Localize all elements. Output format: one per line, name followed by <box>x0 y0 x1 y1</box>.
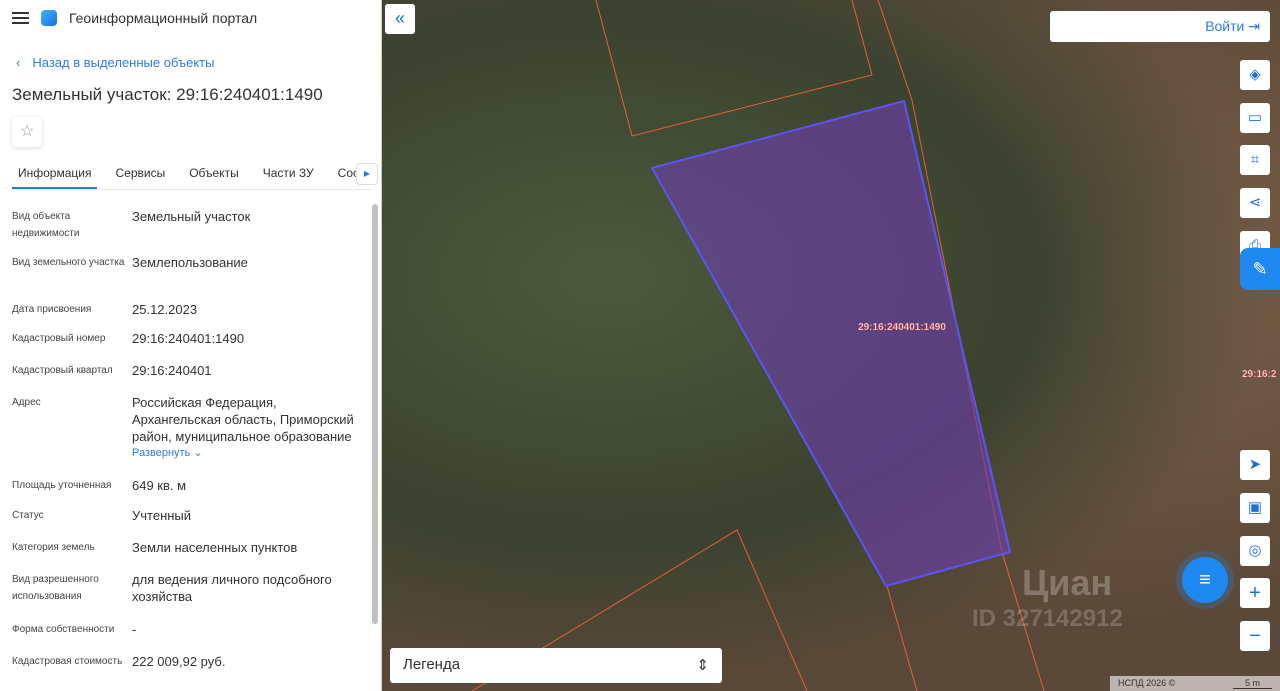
info-row: Вид земельного участка Землепользование <box>12 254 362 271</box>
layers-icon[interactable]: ◈ <box>1240 60 1270 90</box>
info-row: Форма собственности - <box>12 621 362 638</box>
info-row: Вид объекта недвижимости Земельный участо… <box>12 208 362 242</box>
parcel-label: 29:16:240401:1490 <box>858 322 946 333</box>
scale-bar: 5 m <box>1232 678 1272 689</box>
back-link-label: Назад в выделенные объекты <box>32 55 215 70</box>
search-location-icon[interactable]: ◎ <box>1240 536 1270 566</box>
collapse-panel-button[interactable]: « <box>385 4 415 34</box>
scrollbar-thumb[interactable] <box>372 204 378 624</box>
info-value: 25.12.2023 <box>132 302 198 317</box>
info-label: Вид объекта недвижимости <box>12 211 80 239</box>
info-row: Дата присвоения 25.12.2023 <box>12 301 362 318</box>
watermark-id: ID 327142912 <box>972 605 1123 632</box>
neighbor-parcel-label: 29:16:2 <box>1242 369 1277 380</box>
scrollbar[interactable] <box>371 190 379 690</box>
login-icon: ⇥ <box>1248 18 1260 34</box>
page-title: Земельный участок: 29:16:240401:1490 <box>12 85 323 104</box>
app-title: Геоинформационный портал <box>69 10 258 26</box>
info-value: Российская Федерация, Архангельская обла… <box>132 394 362 462</box>
map-overlay: 29:16:240401:1490 29:16:2 Циан ID 327142… <box>471 0 1277 691</box>
info-row: Адрес Российская Федерация, Архангельская… <box>12 394 362 462</box>
locate-icon[interactable]: ➤ <box>1240 450 1270 480</box>
copyright: НСПД 2026 © <box>1118 678 1176 688</box>
parcel-boundary <box>595 0 873 137</box>
info-label: Кадастровый квартал <box>12 365 113 376</box>
info-label: Вид разрешенного использования <box>12 574 99 602</box>
info-row: Статус Учтенный <box>12 507 362 524</box>
info-row: Площадь уточненная 649 кв. м <box>12 477 362 494</box>
tab-info[interactable]: Информация <box>12 158 98 189</box>
watermark: Циан <box>1022 562 1112 603</box>
info-row: Кадастровый номер 29:16:240401:1490 <box>12 330 362 347</box>
portal-logo-icon <box>41 10 57 26</box>
info-row: Кадастровая стоимость 222 009,92 руб. <box>12 653 362 670</box>
info-label: Адрес <box>12 397 41 408</box>
info-label: Форма собственности <box>12 624 115 635</box>
info-value: Земельный участок <box>132 209 251 224</box>
share-icon[interactable]: ⋖ <box>1240 188 1270 218</box>
info-label: Кадастровый номер <box>12 333 106 344</box>
tab-services[interactable]: Сервисы <box>109 158 171 189</box>
legend-label: Легенда <box>403 656 461 673</box>
info-row: Вид разрешенного использования для ведени… <box>12 571 362 605</box>
menu-icon[interactable] <box>12 12 29 24</box>
chat-button[interactable]: ≡ <box>1182 557 1228 603</box>
info-label: Площадь уточненная <box>12 480 112 491</box>
tab-objects[interactable]: Объекты <box>183 158 245 189</box>
info-value: для ведения личного подсобного хозяйства <box>132 572 332 604</box>
chevron-updown-icon: ⇕ <box>696 657 709 674</box>
info-value: 222 009,92 руб. <box>132 654 226 669</box>
info-value: 29:16:240401:1490 <box>132 331 245 346</box>
back-link[interactable]: ‹ Назад в выделенные объекты <box>16 55 214 70</box>
login-button[interactable]: Войти ⇥ <box>1050 11 1270 42</box>
ruler-icon[interactable]: ▭ <box>1240 103 1270 133</box>
info-label: Статус <box>12 510 44 521</box>
info-label: Вид земельного участка <box>12 257 125 268</box>
info-value: Землепользование <box>132 255 248 270</box>
feedback-widget-icon[interactable]: ✎ <box>1240 248 1280 290</box>
info-label: Категория земель <box>12 542 95 553</box>
map[interactable]: 29:16:240401:1490 29:16:2 Циан ID 327142… <box>382 0 1280 691</box>
parcel-boundary <box>886 585 918 691</box>
selected-parcel <box>650 99 1012 588</box>
chevron-left-icon: ‹ <box>16 55 21 70</box>
info-label: Дата присвоения <box>12 304 92 315</box>
tabs-next-button[interactable]: ▶ <box>356 163 378 185</box>
expand-link[interactable]: Развернуть ⌄ <box>132 445 362 462</box>
side-panel: Геоинформационный портал ‹ Назад в выделе… <box>0 0 382 691</box>
tabs: Информация Сервисы Объекты Части ЗУ Сост… <box>12 158 377 190</box>
info-label: Кадастровая стоимость <box>12 656 123 667</box>
info-value: - <box>132 622 137 637</box>
info-value: Земли населенных пунктов <box>132 540 298 555</box>
minimap-icon[interactable]: ▣ <box>1240 493 1270 523</box>
info-value: 649 кв. м <box>132 478 187 493</box>
info-row: Категория земель Земли населенных пунктов <box>12 539 362 556</box>
zoom-in-button[interactable]: + <box>1240 578 1270 608</box>
info-value: 29:16:240401 <box>132 363 212 378</box>
tab-parts[interactable]: Части ЗУ <box>257 158 320 189</box>
info-value: Учтенный <box>132 508 192 523</box>
login-label: Войти <box>1205 18 1245 34</box>
map-attribution: НСПД 2026 © 5 m <box>1110 676 1280 691</box>
select-area-icon[interactable]: ⌗ <box>1240 145 1270 175</box>
legend-dropdown[interactable]: Легенда ⇕ <box>390 648 722 683</box>
zoom-out-button[interactable]: − <box>1240 621 1270 651</box>
favorite-star-icon[interactable]: ☆ <box>12 117 42 147</box>
info-row: Кадастровый квартал 29:16:240401 <box>12 362 362 379</box>
